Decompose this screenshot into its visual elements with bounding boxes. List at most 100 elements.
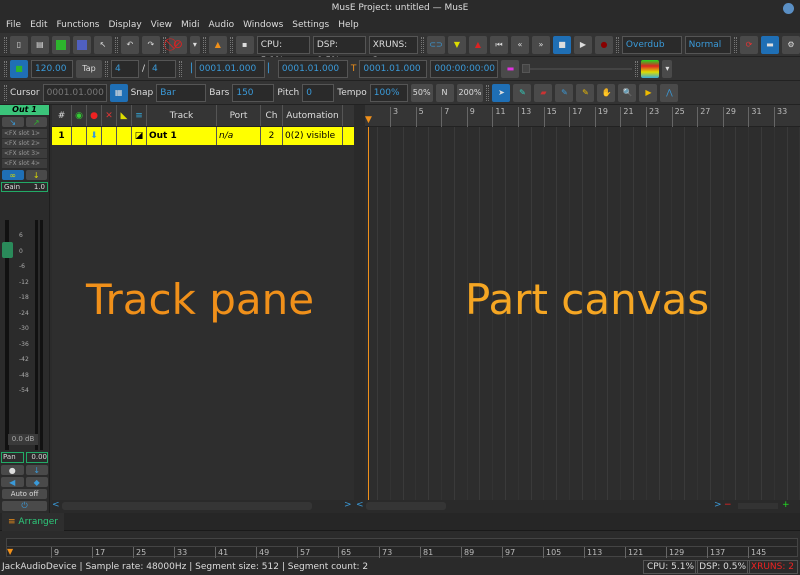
track-port[interactable]: n/a	[217, 127, 261, 145]
menu-midi[interactable]: Midi	[181, 17, 199, 33]
zoom-out-icon[interactable]: −	[724, 500, 732, 510]
tempo-percent-spinbox[interactable]: 100%	[369, 83, 408, 102]
splitter[interactable]	[354, 105, 365, 500]
loop-icon[interactable]: ⊂⊃	[426, 35, 445, 54]
zoom-slider[interactable]	[738, 503, 778, 509]
zoom-in-icon[interactable]: +	[782, 500, 790, 510]
solo-icon[interactable]: ◆	[25, 477, 48, 487]
position-slider[interactable]	[522, 63, 633, 73]
fader-handle[interactable]	[2, 242, 13, 258]
track-name[interactable]: Out 1	[147, 127, 217, 145]
chevron-down-icon[interactable]: ▾	[189, 35, 200, 54]
fast-forward-icon[interactable]: »	[531, 35, 550, 54]
save-icon[interactable]	[72, 35, 91, 54]
monitor-arrow-icon[interactable]: ⬇	[87, 127, 102, 145]
fx-slot[interactable]: <FX slot 2>	[2, 139, 47, 148]
pan-tool-icon[interactable]: ✋	[597, 83, 616, 102]
scroll-left-icon[interactable]: <	[356, 500, 364, 510]
header-port[interactable]: Port	[217, 105, 261, 126]
rewind-to-start-icon[interactable]: ⏮	[489, 35, 508, 54]
panic-icon[interactable]: ⃠⊘	[168, 35, 187, 54]
monitor-icon[interactable]: ↓	[25, 465, 48, 475]
route-out-icon[interactable]: ↗	[25, 117, 47, 127]
record-arm-icon[interactable]: ●	[1, 465, 24, 475]
record-column-icon[interactable]: ◉	[72, 105, 87, 126]
time-field[interactable]: 000:00:00:00	[430, 59, 499, 78]
pan-value[interactable]: 0.00	[26, 452, 48, 463]
scroll-right-icon[interactable]: >	[714, 500, 722, 510]
zoom-tool-icon[interactable]: 🔍	[618, 83, 637, 102]
pre-fader-icon[interactable]: ↓	[25, 170, 47, 180]
close-icon[interactable]	[783, 3, 794, 14]
redo-icon[interactable]: ↷	[141, 35, 160, 54]
tempo-spinbox[interactable]: 120.00	[31, 59, 73, 78]
tempo-50-button[interactable]: 50%	[410, 83, 433, 102]
tempo-normal-button[interactable]: N	[435, 83, 454, 102]
table-row[interactable]: 1 ⬇ ◪ Out 1 n/a 2 0(2) visible	[52, 127, 354, 145]
route-in-icon[interactable]: ↘	[2, 117, 24, 127]
new-file-icon[interactable]: ▯	[9, 35, 28, 54]
header-number[interactable]: #	[52, 105, 72, 126]
master-track-icon[interactable]: ■	[10, 59, 28, 78]
bar-ruler[interactable]: ▼ 357911131517192123252729313335	[365, 105, 800, 127]
canvas-hscrollbar[interactable]	[366, 502, 446, 510]
record-arm-column-icon[interactable]: ●	[87, 105, 102, 126]
tap-button[interactable]: Tap	[76, 59, 102, 78]
glue-tool-icon[interactable]: ✎	[576, 83, 595, 102]
stop-icon[interactable]: ■	[552, 35, 571, 54]
menu-windows[interactable]: Windows	[243, 17, 283, 33]
signature-numerator[interactable]: 4	[111, 59, 139, 78]
menu-edit[interactable]: Edit	[30, 17, 47, 33]
mute-tool-icon[interactable]: ▶	[639, 83, 658, 102]
track-color-column-icon[interactable]: ≡	[132, 105, 147, 126]
fx-slot[interactable]: <FX slot 4>	[2, 159, 47, 168]
undo-icon[interactable]: ↶	[120, 35, 139, 54]
header-automation[interactable]: Automation	[283, 105, 343, 126]
menu-functions[interactable]: Functions	[57, 17, 100, 33]
left-marker-field[interactable]: 0001.01.000	[194, 59, 265, 78]
sync-position-icon[interactable]: ▬	[501, 59, 520, 78]
header-track[interactable]: Track	[147, 105, 217, 126]
punch-in-icon[interactable]: ▼	[447, 35, 466, 54]
tempo-200-button[interactable]: 200%	[456, 83, 484, 102]
position-field[interactable]: 0001.01.000	[359, 59, 428, 78]
record-mode-select[interactable]: Overdub	[621, 35, 682, 54]
menu-file[interactable]: File	[6, 17, 21, 33]
snap-select[interactable]: Bar	[156, 83, 207, 102]
header-ch[interactable]: Ch	[261, 105, 283, 126]
solo-column-icon[interactable]: ◣	[117, 105, 132, 126]
right-marker-field[interactable]: 0001.01.000	[277, 59, 348, 78]
sync-icon[interactable]: ⟳	[739, 35, 758, 54]
menu-audio[interactable]: Audio	[209, 17, 235, 33]
play-icon[interactable]: ▶	[573, 35, 592, 54]
record-icon[interactable]: ●	[594, 35, 613, 54]
pitch-spinbox[interactable]: 0	[302, 83, 335, 102]
part-canvas[interactable]: ▼ 357911131517192123252729313335 Part ca…	[365, 105, 800, 500]
scroll-left-icon[interactable]: <	[52, 500, 60, 510]
automation-mode-button[interactable]: Auto off	[2, 489, 47, 499]
menu-settings[interactable]: Settings	[292, 17, 329, 33]
menu-view[interactable]: View	[151, 17, 172, 33]
rewind-icon[interactable]: «	[510, 35, 529, 54]
pencil-tool-icon[interactable]: ✎	[513, 83, 532, 102]
track-hscrollbar[interactable]	[62, 502, 312, 510]
whats-this-icon[interactable]: ↖	[93, 35, 112, 54]
timebase-master-icon[interactable]: ⚙	[781, 35, 800, 54]
automation-tool-icon[interactable]: ⋀	[660, 83, 679, 102]
jack-transport-icon[interactable]: ▬	[760, 35, 779, 54]
menu-display[interactable]: Display	[108, 17, 141, 33]
signature-denominator[interactable]: 4	[148, 59, 177, 78]
track-automation[interactable]: 0(2) visible	[283, 127, 343, 145]
track-colors-icon[interactable]	[641, 59, 660, 78]
tab-arranger[interactable]: ≡ Arranger	[2, 513, 64, 531]
grid-icon[interactable]: ▦	[109, 83, 128, 102]
chevron-down-icon[interactable]: ▾	[662, 59, 673, 78]
fx-slot[interactable]: <FX slot 3>	[2, 149, 47, 158]
open-folder-icon[interactable]	[51, 35, 70, 54]
mute-icon[interactable]: ◀	[1, 477, 24, 487]
power-icon[interactable]: ⏻	[2, 501, 47, 511]
eraser-tool-icon[interactable]: ▰	[534, 83, 553, 102]
pointer-tool-icon[interactable]: ➤	[492, 83, 511, 102]
gain-control[interactable]: Gain 1.0	[1, 182, 48, 192]
metronome-icon[interactable]: ▲	[208, 35, 227, 54]
